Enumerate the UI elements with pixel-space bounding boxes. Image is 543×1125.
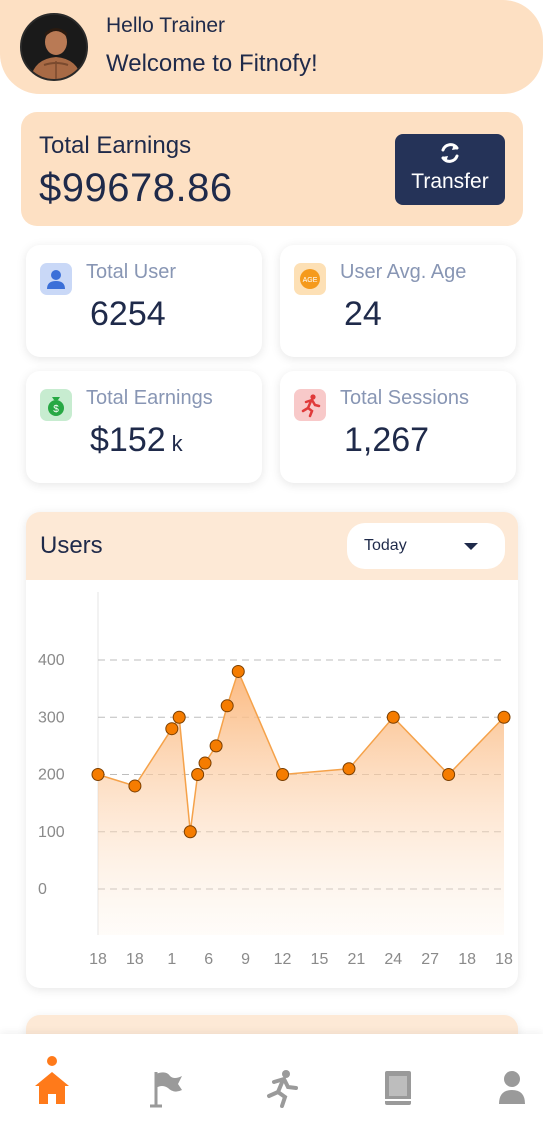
x-tick-label: 9 <box>241 951 250 968</box>
profile-icon <box>499 1071 525 1104</box>
data-point[interactable] <box>497 710 511 724</box>
data-point[interactable] <box>209 739 223 753</box>
y-tick-label: 200 <box>38 767 65 784</box>
data-point[interactable] <box>165 722 179 736</box>
x-tick-label: 18 <box>458 951 476 968</box>
x-tick-label: 15 <box>311 951 329 968</box>
greeting-text: Hello Trainer <box>106 14 226 37</box>
nav-profile[interactable] <box>460 1034 540 1125</box>
data-point[interactable] <box>231 664 245 678</box>
money-bag-icon: $ <box>40 389 72 421</box>
flag-icon <box>150 1072 182 1108</box>
stat-value: 24 <box>344 295 382 333</box>
chevron-down-icon <box>464 543 478 550</box>
x-tick-label: 18 <box>89 951 107 968</box>
running-icon <box>294 389 326 421</box>
avatar[interactable] <box>20 13 88 81</box>
nav-workouts[interactable] <box>228 1034 308 1125</box>
y-tick-label: 400 <box>38 652 65 669</box>
stat-title: User Avg. Age <box>340 261 467 283</box>
active-indicator <box>47 1056 57 1066</box>
stat-card-avg-age[interactable]: AGE User Avg. Age 24 <box>280 245 516 357</box>
home-icon <box>35 1072 69 1104</box>
stat-card-total-sessions[interactable]: Total Sessions 1,267 <box>280 371 516 483</box>
running-man-icon <box>267 1070 298 1108</box>
stat-value: $152 k <box>90 421 183 459</box>
data-point[interactable] <box>128 779 142 793</box>
svg-text:$: $ <box>53 404 59 415</box>
user-icon <box>40 263 72 295</box>
total-earnings-value: $99678.86 <box>39 166 233 210</box>
stat-card-total-user[interactable]: Total User 6254 <box>26 245 262 357</box>
time-filter-dropdown[interactable]: Today <box>347 523 505 569</box>
nav-goals[interactable] <box>112 1034 192 1125</box>
data-point[interactable] <box>91 768 105 781</box>
stat-title: Total User <box>86 261 177 283</box>
total-earnings-label: Total Earnings <box>39 132 192 159</box>
data-point[interactable] <box>442 768 456 781</box>
x-tick-label: 27 <box>421 951 439 968</box>
y-tick-label: 0 <box>38 881 47 898</box>
stat-title: Total Sessions <box>340 387 469 409</box>
x-tick-label: 18 <box>126 951 144 968</box>
bottom-navigation <box>0 1034 543 1125</box>
svg-text:AGE: AGE <box>303 277 318 284</box>
area-fill <box>98 671 504 935</box>
data-point[interactable] <box>191 768 205 781</box>
chart-header: Users Today <box>26 512 518 580</box>
x-tick-label: 21 <box>347 951 365 968</box>
stat-value: 1,267 <box>344 421 430 459</box>
header: Hello Trainer Welcome to Fitnofy! <box>0 0 543 94</box>
data-point[interactable] <box>276 768 290 781</box>
data-point[interactable] <box>386 710 400 724</box>
data-point[interactable] <box>342 762 356 776</box>
book-icon <box>385 1071 411 1105</box>
data-point[interactable] <box>183 825 197 839</box>
y-tick-label: 100 <box>38 824 65 841</box>
dropdown-selected-value: Today <box>364 537 407 554</box>
nav-home[interactable] <box>0 1034 80 1125</box>
data-point[interactable] <box>220 699 234 713</box>
transfer-button[interactable]: Transfer <box>395 134 505 205</box>
users-area-chart: 0 100 200 300 400 18 18 1 6 9 12 15 21 24 27 18 18 <box>38 592 513 968</box>
x-tick-label: 6 <box>204 951 213 968</box>
users-chart-card: Users Today 0 100 200 300 400 18 18 1 6 9 12 15 21 2… <box>26 512 518 988</box>
x-tick-label: 12 <box>274 951 292 968</box>
x-tick-label: 18 <box>495 951 513 968</box>
total-earnings-card: Total Earnings $99678.86 Transfer <box>21 112 523 226</box>
x-tick-label: 24 <box>384 951 402 968</box>
transfer-icon <box>441 143 459 163</box>
nav-library[interactable] <box>345 1034 425 1125</box>
data-point[interactable] <box>198 756 212 770</box>
avatar-image <box>22 15 86 79</box>
y-tick-label: 300 <box>38 709 65 726</box>
x-tick-label: 1 <box>167 951 176 968</box>
transfer-label: Transfer <box>411 170 489 193</box>
data-point[interactable] <box>172 710 186 724</box>
stat-value: 6254 <box>90 295 166 333</box>
chart-title: Users <box>40 532 103 559</box>
stat-title: Total Earnings <box>86 387 213 409</box>
welcome-text: Welcome to Fitnofy! <box>106 50 318 77</box>
stat-unit: k <box>171 431 183 456</box>
age-badge-icon: AGE <box>294 263 326 295</box>
stat-card-total-earnings[interactable]: $ Total Earnings $152 k <box>26 371 262 483</box>
